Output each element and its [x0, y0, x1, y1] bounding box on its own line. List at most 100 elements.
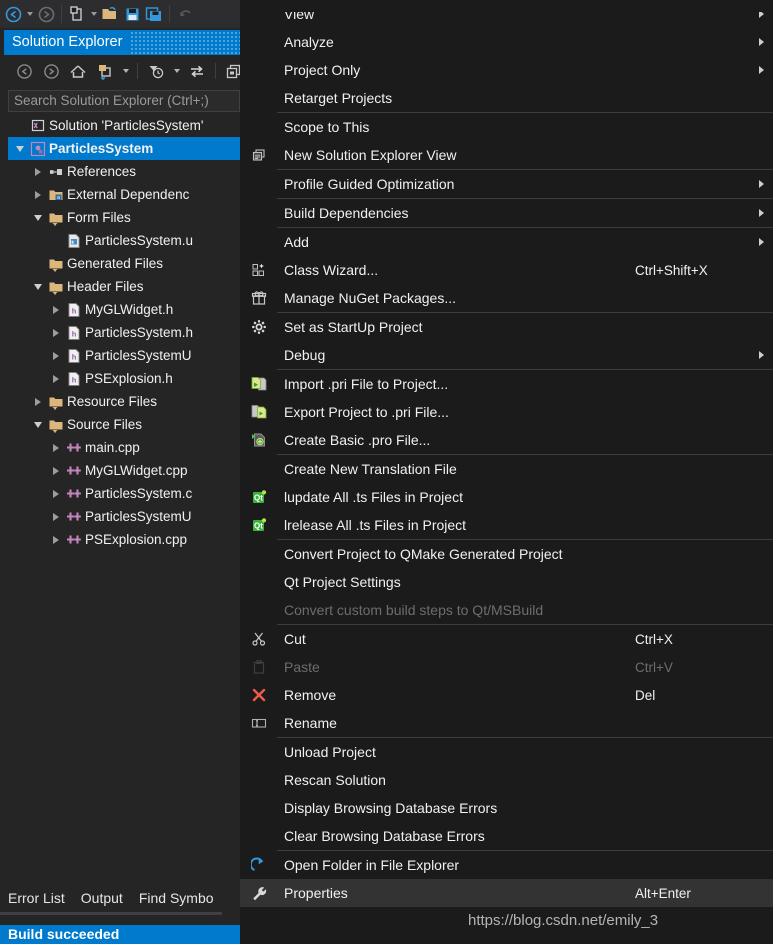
menu-item-analyze[interactable]: Analyze: [240, 28, 773, 56]
tree-item-form-files[interactable]: Form Files: [8, 206, 240, 229]
menu-item-clear-browsing-database-errors[interactable]: Clear Browsing Database Errors: [240, 822, 773, 850]
new-item-icon[interactable]: [66, 2, 88, 26]
menu-item-export-project-to-pri-file[interactable]: Export Project to .pri File...: [240, 398, 773, 426]
tree-item-psexplosion-h[interactable]: h PSExplosion.h: [8, 367, 240, 390]
menu-item-open-folder-in-file-explorer[interactable]: Open Folder in File Explorer: [240, 851, 773, 879]
chevron-right-icon[interactable]: [48, 482, 63, 505]
menu-item-label: Class Wizard...: [284, 262, 379, 278]
tree-item-particlessystem-u[interactable]: ParticlesSystem.u: [8, 229, 240, 252]
tree-item-resource-files[interactable]: Resource Files: [8, 390, 240, 413]
tab-output[interactable]: Output: [73, 884, 131, 912]
chevron-right-icon[interactable]: [30, 160, 45, 183]
chevron-right-icon[interactable]: [48, 367, 63, 390]
chevron-down-icon[interactable]: [12, 137, 27, 160]
refresh-icon[interactable]: [185, 59, 209, 83]
forward-nav-icon[interactable]: [35, 2, 57, 26]
home-icon[interactable]: [66, 59, 90, 83]
menu-item-manage-nuget-packages[interactable]: Manage NuGet Packages...: [240, 284, 773, 312]
tree-item-label: ParticlesSystemU: [85, 509, 192, 524]
chevron-right-icon[interactable]: [48, 528, 63, 551]
menu-item-project-only[interactable]: Project Only: [240, 56, 773, 84]
tree-item-solution-particlessystem[interactable]: Solution 'ParticlesSystem': [8, 114, 240, 137]
save-icon[interactable]: [121, 2, 143, 26]
chevron-right-icon[interactable]: [48, 298, 63, 321]
chevron-down-icon[interactable]: [30, 275, 45, 298]
solution-tree[interactable]: Solution 'ParticlesSystem' ParticlesSyste…: [8, 114, 240, 884]
menu-item-display-browsing-database-errors[interactable]: Display Browsing Database Errors: [240, 794, 773, 822]
solution-explorer-title-bar[interactable]: Solution Explorer: [4, 30, 240, 55]
save-all-icon[interactable]: [143, 2, 165, 26]
menu-item-retarget-projects[interactable]: Retarget Projects: [240, 84, 773, 112]
class-wizard-icon: [240, 256, 277, 284]
menu-item-label: Rename: [284, 715, 337, 731]
tab-find-symbo[interactable]: Find Symbo: [131, 884, 222, 912]
menu-item-shortcut: Alt+Enter: [635, 885, 691, 901]
menu-item-add[interactable]: Add: [240, 228, 773, 256]
forward-icon[interactable]: [39, 59, 63, 83]
title-dot-pattern: [130, 30, 240, 55]
chevron-down-icon[interactable]: [30, 206, 45, 229]
tree-item-particlessystem-c[interactable]: ParticlesSystem.c: [8, 482, 240, 505]
tree-item-particlessystemu[interactable]: ParticlesSystemU: [8, 505, 240, 528]
new-item-dropdown-caret[interactable]: [88, 2, 99, 26]
chevron-right-icon[interactable]: [48, 436, 63, 459]
tree-item-myglwidget-h[interactable]: h MyGLWidget.h: [8, 298, 240, 321]
menu-item-class-wizard[interactable]: Class Wizard... Ctrl+Shift+X: [240, 256, 773, 284]
search-input[interactable]: Search Solution Explorer (Ctrl+;): [8, 90, 240, 112]
chevron-right-icon[interactable]: [48, 459, 63, 482]
tree-item-myglwidget-cpp[interactable]: MyGLWidget.cpp: [8, 459, 240, 482]
status-badge: Build succeeded: [0, 925, 240, 944]
menu-item-debug[interactable]: Debug: [240, 341, 773, 369]
chevron-right-icon[interactable]: [30, 390, 45, 413]
menu-item-create-new-translation-file[interactable]: Create New Translation File: [240, 455, 773, 483]
open-folder-icon[interactable]: [99, 2, 121, 26]
menu-item-rename[interactable]: Rename: [240, 709, 773, 737]
menu-item-create-basic-pro-file[interactable]: Create Basic .pro File...: [240, 426, 773, 454]
submenu-arrow-icon: [749, 180, 773, 188]
menu-item-unload-project[interactable]: Unload Project: [240, 738, 773, 766]
tree-item-label: ParticlesSystem.c: [85, 486, 193, 501]
menu-item-remove[interactable]: Remove Del: [240, 681, 773, 709]
tree-item-main-cpp[interactable]: main.cpp: [8, 436, 240, 459]
menu-item-profile-guided-optimization[interactable]: Profile Guided Optimization: [240, 170, 773, 198]
menu-item-rescan-solution[interactable]: Rescan Solution: [240, 766, 773, 794]
tab-error-list[interactable]: Error List: [0, 884, 73, 912]
tree-item-particlessystem-h[interactable]: h ParticlesSystem.h: [8, 321, 240, 344]
menu-item-paste: Paste Ctrl+V: [240, 653, 773, 681]
back-nav-dropdown-caret[interactable]: [24, 2, 35, 26]
menu-item-convert-project-to-qmake-generated-project[interactable]: Convert Project to QMake Generated Proje…: [240, 540, 773, 568]
menu-item-new-solution-explorer-view[interactable]: New Solution Explorer View: [240, 141, 773, 169]
tree-item-references[interactable]: References: [8, 160, 240, 183]
tree-item-psexplosion-cpp[interactable]: PSExplosion.cpp: [8, 528, 240, 551]
menu-item-lupdate-all-ts-files-in-project[interactable]: Qt lupdate All .ts Files in Project: [240, 483, 773, 511]
back-nav-icon[interactable]: [2, 2, 24, 26]
filter-dropdown-caret[interactable]: [171, 59, 182, 83]
menu-item-qt-project-settings[interactable]: Qt Project Settings: [240, 568, 773, 596]
tree-item-source-files[interactable]: Source Files: [8, 413, 240, 436]
tree-item-header-files[interactable]: Header Files: [8, 275, 240, 298]
tree-item-particlessystemu[interactable]: h ParticlesSystemU: [8, 344, 240, 367]
tree-item-generated-files[interactable]: Generated Files: [8, 252, 240, 275]
pending-changes-filter-icon[interactable]: [144, 59, 168, 83]
menu-item-set-as-startup-project[interactable]: Set as StartUp Project: [240, 313, 773, 341]
sync-with-active-document-icon[interactable]: [93, 59, 117, 83]
menu-item-cut[interactable]: Cut Ctrl+X: [240, 625, 773, 653]
chevron-right-icon[interactable]: [48, 344, 63, 367]
menu-item-lrelease-all-ts-files-in-project[interactable]: Qt lrelease All .ts Files in Project: [240, 511, 773, 539]
undo-icon[interactable]: [174, 2, 196, 26]
chevron-right-icon[interactable]: [30, 183, 45, 206]
menu-item-list[interactable]: View Analyze Project Only Retarget Projects…: [240, 0, 773, 907]
chevron-right-icon[interactable]: [48, 321, 63, 344]
back-icon[interactable]: [12, 59, 36, 83]
tree-item-particlessystem[interactable]: ParticlesSystem: [8, 137, 240, 160]
project-context-menu[interactable]: View Analyze Project Only Retarget Projects…: [240, 0, 773, 944]
chevron-right-icon[interactable]: [48, 505, 63, 528]
menu-item-build-dependencies[interactable]: Build Dependencies: [240, 199, 773, 227]
tree-item-external-dependenc[interactable]: a External Dependenc: [8, 183, 240, 206]
export-pri-icon: [240, 398, 277, 426]
chevron-down-icon[interactable]: [30, 413, 45, 436]
menu-item-scope-to-this[interactable]: Scope to This: [240, 113, 773, 141]
sync-dropdown-caret[interactable]: [120, 59, 131, 83]
menu-item-properties[interactable]: Properties Alt+Enter: [240, 879, 773, 907]
menu-item-import-pri-file-to-project[interactable]: Import .pri File to Project...: [240, 370, 773, 398]
